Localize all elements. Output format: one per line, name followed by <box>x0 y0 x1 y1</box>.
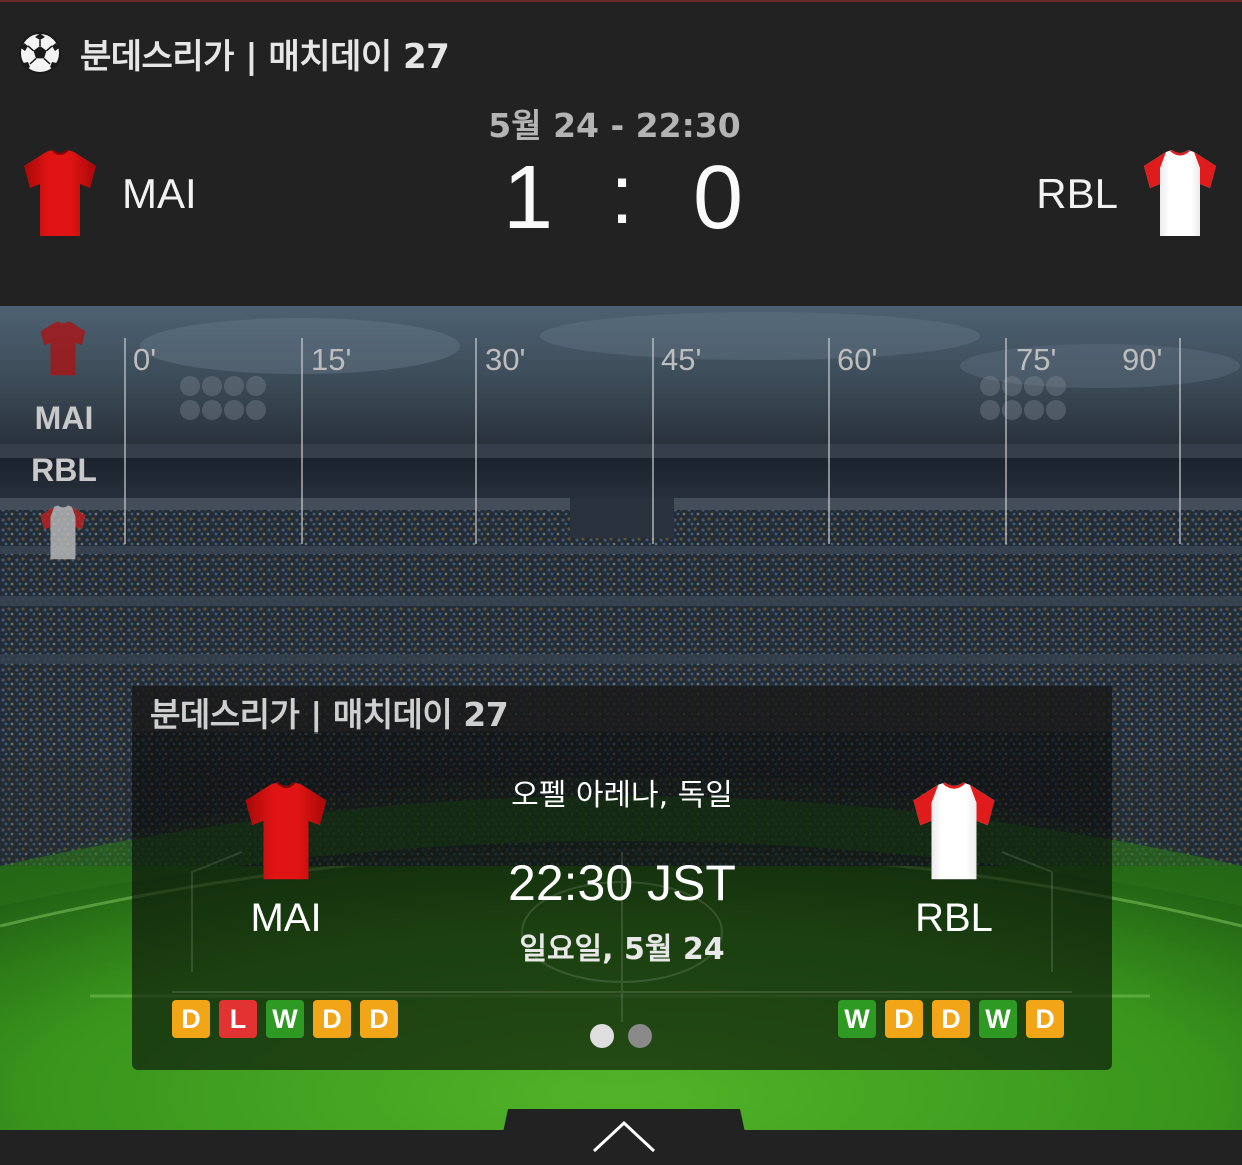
timeline-away-jersey-icon <box>40 505 86 560</box>
timeline-label-60: 60' <box>837 342 878 377</box>
timeline-away-team: RBL <box>31 452 97 488</box>
home-team[interactable]: MAI <box>20 148 197 240</box>
page-indicator <box>590 1024 666 1048</box>
card-away-team[interactable]: RBL <box>854 780 1054 941</box>
away-jersey-icon <box>1144 150 1216 236</box>
timeline-label-0: 0' <box>133 342 157 377</box>
timeline-home-team: MAI <box>34 400 94 436</box>
home-form: D L W D D <box>172 1000 407 1038</box>
away-team-name: RBL <box>1036 170 1118 217</box>
expand-toggle[interactable] <box>496 1109 752 1165</box>
away-form-badge: W <box>838 1000 876 1038</box>
kickoff-time: 22:30 JST <box>508 855 736 911</box>
timeline-label-90: 90' <box>1122 342 1163 377</box>
home-form-badge: D <box>172 1000 210 1038</box>
card-home-jersey-icon <box>245 781 327 880</box>
home-form-badge: W <box>266 1000 304 1038</box>
home-score: 1 <box>502 148 554 248</box>
league-row[interactable]: 분데스리가 | 매치데이 27 <box>18 30 450 77</box>
venue: 오펠 아레나, 독일 <box>511 778 733 813</box>
timeline-label-30: 30' <box>485 342 526 377</box>
timeline-label-15: 15' <box>311 342 352 377</box>
match-header: 분데스리가 | 매치데이 27 5월 24 - 22:30 MAI 1 : 0 … <box>0 0 1242 306</box>
card-home-team[interactable]: MAI <box>186 780 386 941</box>
away-form: W D D W D <box>838 1000 1073 1038</box>
away-score: 0 <box>692 148 744 248</box>
card-away-jersey-icon <box>913 782 995 880</box>
timeline-home-jersey-icon <box>40 321 86 376</box>
card-away-team-name: RBL <box>915 896 993 940</box>
timeline-label-45: 45' <box>661 342 702 377</box>
card-header: 분데스리가 | 매치데이 27 <box>132 686 1112 734</box>
soccer-ball-icon <box>19 32 61 74</box>
home-jersey-icon <box>24 149 96 236</box>
card-home-team-name: MAI <box>250 896 322 940</box>
score-separator: : <box>610 147 634 241</box>
page-dot-1[interactable] <box>590 1024 614 1048</box>
kickoff-date: 일요일, 5월 24 <box>519 932 725 967</box>
match-date: 5월 24 - 22:30 <box>488 106 741 145</box>
away-form-badge: D <box>932 1000 970 1038</box>
home-form-badge: D <box>313 1000 351 1038</box>
home-form-badge: L <box>219 1000 257 1038</box>
home-team-name: MAI <box>122 170 197 217</box>
away-team[interactable]: RBL <box>1036 148 1220 240</box>
home-form-badge: D <box>360 1000 398 1038</box>
league-title: 분데스리가 | 매치데이 27 <box>80 36 450 77</box>
page-dot-2[interactable] <box>628 1024 652 1048</box>
card-body: MAI 오펠 아레나, 독일 22:30 JST 일요일, 5월 24 RBL … <box>132 732 1112 1070</box>
away-form-badge: W <box>979 1000 1017 1038</box>
header-top-line <box>0 0 1242 2</box>
away-form-badge: D <box>1026 1000 1064 1038</box>
timeline-label-75: 75' <box>1016 342 1057 377</box>
away-form-badge: D <box>885 1000 923 1038</box>
match-info-card[interactable]: 분데스리가 | 매치데이 27 MAI 오펠 아레나, 독일 22:30 JST… <box>132 686 1112 1070</box>
card-league-title: 분데스리가 | 매치데이 27 <box>150 695 509 734</box>
